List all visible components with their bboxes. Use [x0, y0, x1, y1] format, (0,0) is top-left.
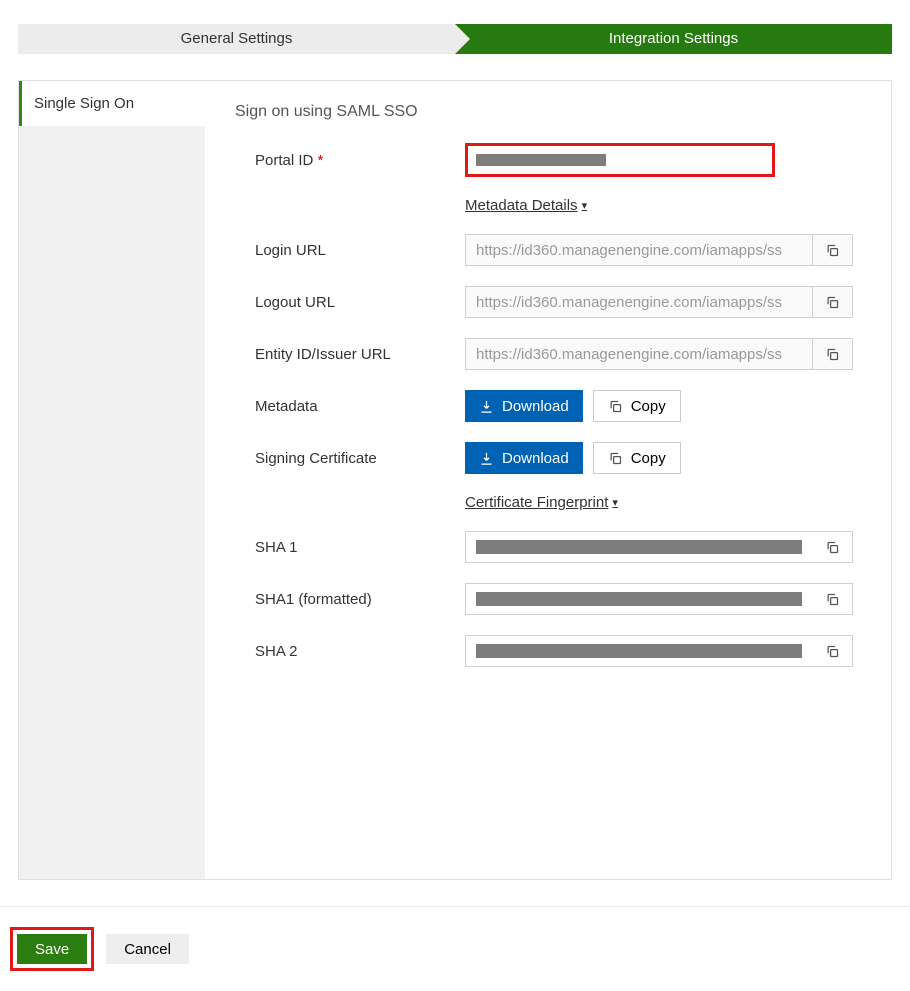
download-metadata-button[interactable]: Download: [465, 390, 583, 422]
cancel-button[interactable]: Cancel: [106, 934, 189, 964]
entity-url-field[interactable]: https://id360.managenengine.com/iamapps/…: [465, 338, 853, 370]
copy-icon: [825, 540, 840, 555]
redacted-value: [476, 644, 802, 658]
caret-down-icon: ▾: [582, 199, 588, 212]
label-logout-url: Logout URL: [235, 294, 465, 311]
download-icon: [479, 399, 494, 414]
footer-actions: Save Cancel: [0, 906, 910, 991]
caret-down-icon: ▾: [612, 496, 618, 509]
metadata-details-toggle[interactable]: Metadata Details▾: [465, 197, 587, 214]
download-certificate-button[interactable]: Download: [465, 442, 583, 474]
download-icon: [479, 451, 494, 466]
logout-url-field[interactable]: https://id360.managenengine.com/iamapps/…: [465, 286, 853, 318]
copy-sha2-button[interactable]: [812, 636, 852, 666]
redacted-value: [476, 540, 802, 554]
copy-logout-url-button[interactable]: [812, 287, 852, 317]
copy-certificate-button[interactable]: Copy: [593, 442, 681, 474]
sha1-formatted-field[interactable]: [465, 583, 853, 615]
redacted-value: [476, 154, 606, 166]
sha2-field[interactable]: [465, 635, 853, 667]
settings-main: Sign on using SAML SSO Portal ID * Metad…: [205, 81, 891, 879]
section-title: Sign on using SAML SSO: [235, 103, 861, 121]
save-highlight: Save: [10, 927, 94, 971]
tab-integration-settings[interactable]: Integration Settings: [455, 24, 892, 54]
settings-panel: Single Sign On Sign on using SAML SSO Po…: [18, 80, 892, 880]
copy-icon: [825, 243, 840, 258]
label-sha2: SHA 2: [235, 643, 465, 660]
redacted-value: [476, 592, 802, 606]
copy-metadata-button[interactable]: Copy: [593, 390, 681, 422]
portal-id-input[interactable]: [465, 143, 775, 177]
sidebar-item-single-sign-on[interactable]: Single Sign On: [19, 81, 205, 126]
copy-icon: [608, 451, 623, 466]
tab-general-settings[interactable]: General Settings: [18, 24, 455, 54]
label-entity-url: Entity ID/Issuer URL: [235, 346, 465, 363]
copy-icon: [825, 295, 840, 310]
copy-sha1-button[interactable]: [812, 532, 852, 562]
label-portal-id: Portal ID *: [235, 152, 465, 169]
copy-login-url-button[interactable]: [812, 235, 852, 265]
certificate-fingerprint-toggle[interactable]: Certificate Fingerprint▾: [465, 494, 618, 511]
label-metadata: Metadata: [235, 398, 465, 415]
settings-tabs: General Settings Integration Settings: [18, 24, 892, 54]
label-signing-certificate: Signing Certificate: [235, 450, 465, 467]
copy-icon: [825, 347, 840, 362]
sha1-field[interactable]: [465, 531, 853, 563]
label-sha1-formatted: SHA1 (formatted): [235, 591, 465, 608]
copy-icon: [825, 644, 840, 659]
settings-sidebar: Single Sign On: [19, 81, 205, 879]
label-sha1: SHA 1: [235, 539, 465, 556]
copy-icon: [825, 592, 840, 607]
copy-entity-url-button[interactable]: [812, 339, 852, 369]
copy-sha1-formatted-button[interactable]: [812, 584, 852, 614]
login-url-field[interactable]: https://id360.managenengine.com/iamapps/…: [465, 234, 853, 266]
label-login-url: Login URL: [235, 242, 465, 259]
save-button[interactable]: Save: [17, 934, 87, 964]
copy-icon: [608, 399, 623, 414]
